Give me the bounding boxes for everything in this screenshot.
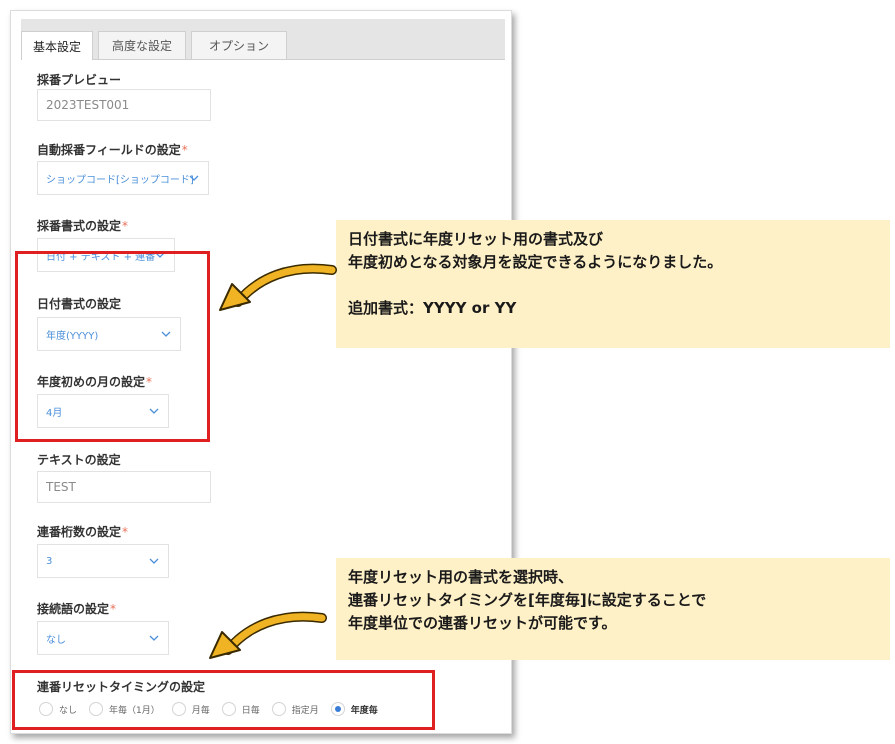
curved-arrow-icon	[219, 263, 337, 311]
required-mark: *	[122, 525, 129, 539]
tab-basic-settings[interactable]: 基本設定	[21, 31, 93, 60]
callout-line: 追加書式：YYYY or YY	[348, 299, 517, 317]
text-label: テキストの設定	[37, 453, 121, 467]
tab-bar: 基本設定 高度な設定 オプション	[21, 19, 505, 60]
curved-arrow-icon	[209, 611, 327, 659]
digits-select-value: 3	[46, 555, 53, 567]
tab-advanced-settings[interactable]: 高度な設定	[98, 31, 186, 59]
callout-line: 年度単位での連番リセットが可能です。	[348, 614, 617, 632]
callout-date-format: 日付書式に年度リセット用の書式及び 年度初めとなる対象月を設定できるようになりま…	[336, 220, 890, 348]
required-mark: *	[110, 602, 117, 616]
required-mark: *	[181, 143, 188, 157]
auto-field-select-value: ショップコード[ショップコード]	[46, 174, 194, 186]
callout-line: 連番リセットタイミングを[年度毎]に設定することで	[348, 591, 707, 609]
chevron-down-icon	[149, 558, 159, 564]
chevron-down-icon	[149, 635, 159, 641]
callout-reset-timing: 年度リセット用の書式を選択時、 連番リセットタイミングを[年度毎]に設定すること…	[336, 558, 890, 660]
format-label: 採番書式の設定*	[37, 219, 129, 233]
digits-select[interactable]: 3	[37, 544, 169, 578]
text-field[interactable]: TEST	[37, 471, 211, 503]
callout-line: 年度初めとなる対象月を設定できるようになりました。	[348, 253, 723, 271]
date-settings-highlight	[15, 251, 210, 442]
callout-line: 年度リセット用の書式を選択時、	[348, 568, 574, 586]
preview-field: 2023TEST001	[37, 89, 211, 121]
callout-line: 日付書式に年度リセット用の書式及び	[348, 230, 604, 248]
digits-label: 連番桁数の設定*	[37, 525, 129, 539]
tab-options[interactable]: オプション	[191, 31, 287, 59]
callout-line	[348, 274, 878, 297]
connector-select-value: なし	[46, 634, 66, 646]
preview-label: 採番プレビュー	[37, 73, 122, 87]
auto-field-select[interactable]: ショップコード[ショップコード]	[37, 161, 209, 195]
connector-select[interactable]: なし	[37, 621, 169, 655]
required-mark: *	[122, 219, 129, 233]
reset-timing-highlight	[12, 670, 435, 730]
connector-label: 接続語の設定*	[37, 602, 117, 616]
chevron-down-icon	[189, 175, 199, 181]
auto-field-label: 自動採番フィールドの設定*	[37, 143, 188, 157]
